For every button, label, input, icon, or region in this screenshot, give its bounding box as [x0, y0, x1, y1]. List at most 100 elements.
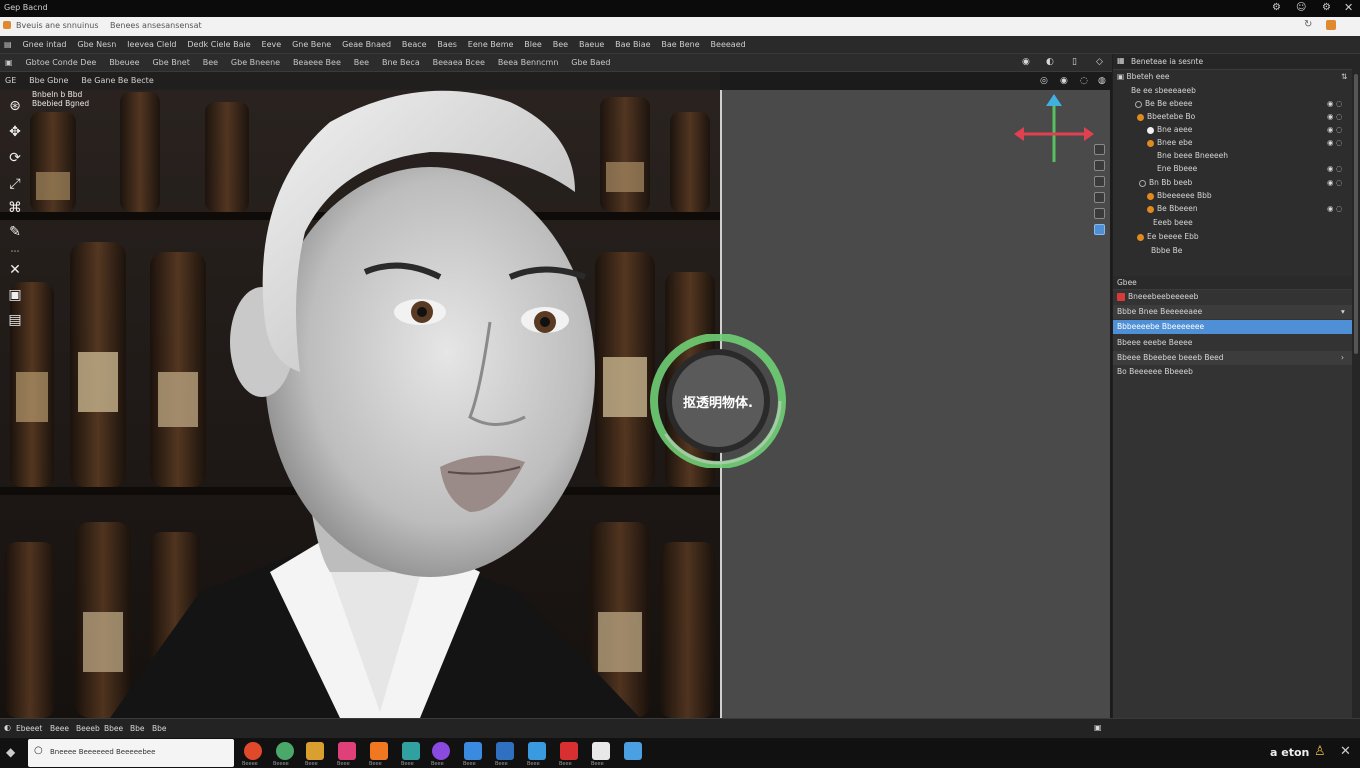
refresh-icon[interactable]: ↻ [1304, 19, 1312, 30]
toolbar-item[interactable]: Gbe Bneene [226, 54, 285, 72]
cursor-tool-icon[interactable]: ✕ [5, 260, 25, 280]
toolbar-item[interactable]: Bee [198, 54, 223, 72]
chevron-down-icon[interactable]: ▾ [1341, 305, 1345, 319]
menu-item[interactable]: Eeve [258, 36, 286, 54]
extension-icon[interactable] [1326, 20, 1336, 30]
user-icon[interactable]: ☺ [1296, 2, 1306, 13]
zoom-icon[interactable]: ◌ [1080, 76, 1088, 86]
toolbar-item[interactable]: Beaeee Bee [288, 54, 346, 72]
tray-close-icon[interactable]: ✕ [1340, 744, 1351, 759]
cloud-app-icon[interactable] [528, 742, 546, 760]
camera-icon[interactable]: ◎ [1040, 76, 1048, 86]
docs-app-icon[interactable] [496, 742, 514, 760]
viewport-header-item[interactable]: Bbe Gbne [24, 72, 73, 90]
navigation-gizmo[interactable] [1012, 92, 1096, 168]
radial-menu-label[interactable]: 抠透明物体. [668, 392, 768, 411]
settings-app-icon[interactable] [402, 742, 420, 760]
start-icon[interactable]: ◆ [6, 745, 15, 759]
outliner-row[interactable]: Bne aeee ◉ ◌ [1113, 125, 1353, 138]
settings-icon[interactable]: ⚙ [1272, 2, 1281, 13]
browser-tab[interactable]: Benees ansesansensat [110, 21, 202, 30]
outliner-row[interactable]: Eeeb beee [1113, 218, 1353, 231]
options-icon[interactable]: ◇ [1096, 57, 1103, 67]
outliner-row[interactable]: Bbeetebe Bo ◉ ◌ [1113, 112, 1353, 125]
hand-icon[interactable]: ◉ [1060, 76, 1068, 86]
scale-tool-icon[interactable]: ⤢ [5, 174, 25, 194]
outliner-row[interactable]: Be Be ebeee ◉ ◌ [1113, 99, 1353, 112]
view-tab-icon[interactable] [1094, 160, 1105, 171]
menu-item[interactable]: Bee [549, 36, 572, 54]
menu-item[interactable]: Blee [520, 36, 546, 54]
move-tool-icon[interactable]: ✥ [5, 122, 25, 142]
property-row[interactable]: Bo Beeeeee Bbeeeb [1113, 365, 1353, 379]
files-app-icon[interactable] [306, 742, 324, 760]
eye-icon[interactable]: ◉ ◌ [1327, 112, 1342, 121]
shading-icon[interactable]: ◐ [1046, 57, 1054, 67]
office-app-icon[interactable] [370, 742, 388, 760]
toolbar-item[interactable]: Bne Beca [377, 54, 425, 72]
filter-icon[interactable]: ⇅ [1341, 72, 1347, 81]
transform-tool-icon[interactable]: ⌘ [5, 198, 25, 218]
outliner-row[interactable]: Bbbe Be [1113, 246, 1353, 259]
menu-item[interactable]: Bae Biae [611, 36, 654, 54]
chevron-right-icon[interactable]: › [1341, 351, 1344, 365]
taskbar-search[interactable]: ○ Bneeee Beeeeeed Beeeeebee [28, 739, 234, 767]
outliner-row[interactable]: Be ee sbeeeaeeb [1113, 86, 1353, 99]
toolbar-item[interactable]: Bbeuee [104, 54, 144, 72]
close-icon[interactable]: ✕ [1344, 1, 1353, 14]
property-row[interactable]: Bbeee eeebe Beeee [1113, 336, 1353, 350]
menu-item[interactable]: Gnee intad [18, 36, 70, 54]
mail-app-icon[interactable] [560, 742, 578, 760]
toolbar-item[interactable]: Bee [349, 54, 374, 72]
toolbar-item[interactable]: Gbe Baed [566, 54, 615, 72]
editor-app-icon[interactable] [432, 742, 450, 760]
menu-item[interactable]: Ieevea Cleld [123, 36, 180, 54]
material-slot[interactable]: Bneeebeebeeeeeb [1113, 290, 1353, 304]
outliner-row[interactable]: Bn Bb beeb ◉ ◌ [1113, 178, 1353, 191]
menu-item[interactable]: Dedk Ciele Baie [183, 36, 254, 54]
store-app-icon[interactable] [464, 742, 482, 760]
menu-item[interactable]: Gbe Nesn [73, 36, 120, 54]
item-tab-icon[interactable] [1094, 176, 1105, 187]
toolbar-item[interactable]: Beeaea Bcee [428, 54, 490, 72]
create-tab-icon[interactable] [1094, 208, 1105, 219]
eye-icon[interactable]: ◉ ◌ [1327, 164, 1342, 173]
media-app-icon[interactable] [338, 742, 356, 760]
panel-scrollbar[interactable] [1352, 54, 1360, 718]
outliner-row[interactable]: Bnee ebe ◉ ◌ [1113, 138, 1353, 151]
gear-icon[interactable]: ⚙ [1322, 2, 1331, 13]
menu-icon[interactable]: ▤ [0, 36, 16, 54]
select-tool-icon[interactable]: ⊛ [5, 96, 25, 116]
eye-icon[interactable]: ◉ ◌ [1327, 99, 1342, 108]
property-row[interactable]: Bbbe Bnee Beeeeeaee ▾ [1113, 305, 1353, 319]
outliner-row[interactable]: Ee beeee Ebb [1113, 232, 1353, 245]
browser-app-icon[interactable] [244, 742, 262, 760]
browser-tab[interactable]: Bveuis ane snnuinus [16, 21, 99, 30]
add-cube-icon[interactable]: ▣ [5, 285, 25, 305]
active-tab-icon[interactable] [1094, 224, 1105, 235]
edit-tab-icon[interactable] [1094, 192, 1105, 203]
notes-app-icon[interactable] [592, 742, 610, 760]
toolbar-item[interactable]: Beea Benncmn [493, 54, 564, 72]
menu-item[interactable]: Beace [398, 36, 431, 54]
toolbar-item[interactable]: Gbe Bnet [147, 54, 194, 72]
eye-icon[interactable]: ◉ ◌ [1327, 125, 1342, 134]
property-row-selected[interactable]: Bbbeeeebe Bbeeeeeee [1113, 320, 1353, 334]
tool-tab-icon[interactable] [1094, 144, 1105, 155]
notification-icon[interactable]: ▣ [1094, 723, 1102, 732]
editor-type-icon[interactable]: ▣ [0, 54, 18, 72]
menu-item[interactable]: Bae Bene [657, 36, 703, 54]
menu-item[interactable]: Beeeaed [707, 36, 750, 54]
measure-tool-icon[interactable]: ⋯ [5, 242, 25, 262]
annotate-tool-icon[interactable]: ✎ [5, 222, 25, 242]
menu-item[interactable]: Baes [433, 36, 460, 54]
tray-text[interactable]: a eton [1270, 746, 1309, 759]
grid-icon[interactable]: ◍ [1098, 76, 1106, 86]
outliner-row[interactable]: Be Bbeeen ◉ ◌ [1113, 204, 1353, 217]
menu-item[interactable]: Baeue [575, 36, 608, 54]
menu-item[interactable]: Gne Bene [288, 36, 335, 54]
outliner-row[interactable]: Ene Bbeee ◉ ◌ [1113, 164, 1353, 177]
menu-item[interactable]: Geae Bnaed [338, 36, 395, 54]
menu-item[interactable]: Eene Beme [464, 36, 518, 54]
tray-figure-icon[interactable]: ♙ [1314, 744, 1326, 759]
